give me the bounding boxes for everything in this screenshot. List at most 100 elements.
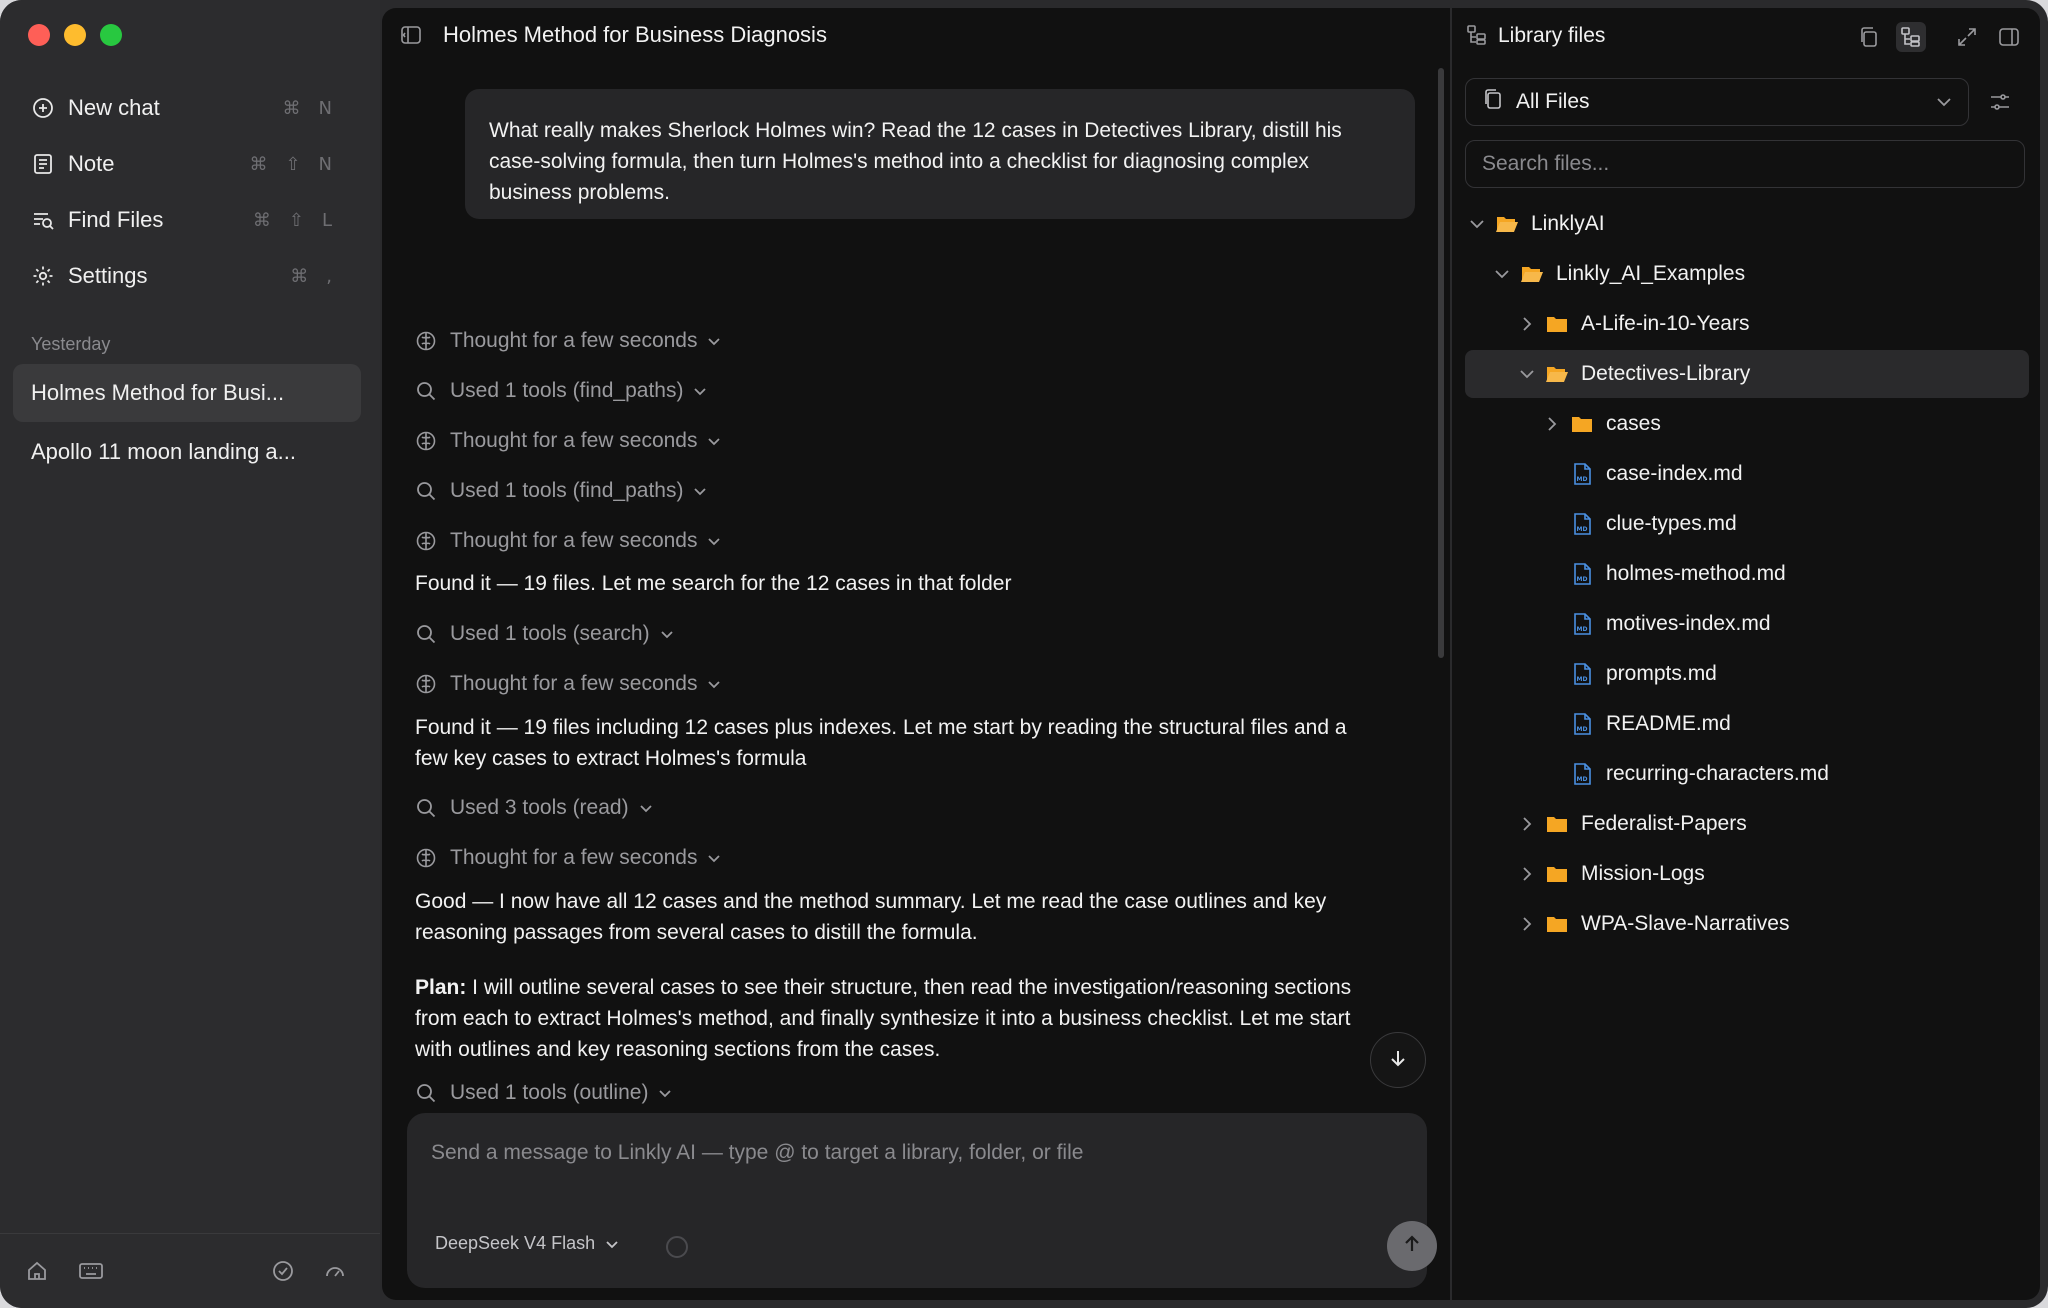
- plan-text: I will outline several cases to see thei…: [415, 976, 1352, 1061]
- tree-item-label: Detectives-Library: [1581, 362, 1751, 385]
- markdown-file-icon: MD: [1570, 712, 1594, 736]
- tree-item-label: Mission-Logs: [1581, 862, 1705, 885]
- tool-step[interactable]: Used 1 tools (outline): [414, 1078, 672, 1108]
- chat-title: Holmes Method for Business Diagnosis: [443, 22, 827, 47]
- brain-icon: [414, 529, 438, 553]
- tree-file[interactable]: MD case-index.md: [1465, 450, 2029, 498]
- chevron-right-icon: [1517, 864, 1537, 884]
- brain-icon: [414, 672, 438, 696]
- thought-step[interactable]: Thought for a few seconds: [414, 326, 721, 356]
- chevron-down-icon: [707, 536, 721, 546]
- tree-folder[interactable]: Federalist-Papers: [1465, 800, 2029, 848]
- chevron-down-icon: [707, 853, 721, 863]
- tree-file[interactable]: MD clue-types.md: [1465, 500, 2029, 548]
- tree-file[interactable]: MD holmes-method.md: [1465, 550, 2029, 598]
- chat-history-item[interactable]: Holmes Method for Busi...: [13, 364, 361, 422]
- tree-item-label: case-index.md: [1606, 462, 1743, 485]
- step-label: Used 3 tools (read): [450, 796, 629, 819]
- close-window-button[interactable]: [28, 24, 50, 46]
- tree-folder[interactable]: cases: [1465, 400, 2029, 448]
- tree-file[interactable]: MD prompts.md: [1465, 650, 2029, 698]
- thought-step[interactable]: Thought for a few seconds: [414, 526, 721, 556]
- folder-icon: [1545, 912, 1569, 936]
- filter-settings-icon[interactable]: [1988, 90, 2012, 119]
- tree-folder[interactable]: LinklyAI: [1465, 200, 2029, 248]
- chevron-down-icon: [658, 1088, 672, 1098]
- chat-scrollbar[interactable]: [1438, 68, 1444, 658]
- history-section-label: Yesterday: [31, 334, 111, 354]
- scroll-to-bottom-button[interactable]: [1370, 1032, 1426, 1088]
- search-icon: [414, 479, 438, 503]
- assistant-message: Found it — 19 files including 12 cases p…: [415, 716, 1347, 770]
- chevron-down-icon: [660, 629, 674, 639]
- tool-step[interactable]: Used 1 tools (find_paths): [414, 476, 707, 506]
- assistant-message: Found it — 19 files. Let me search for t…: [415, 572, 1012, 595]
- keyboard-icon[interactable]: [76, 1258, 106, 1284]
- search-icon: [414, 379, 438, 403]
- tree-item-label: README.md: [1606, 712, 1731, 735]
- assistant-plan-message: Plan: I will outline several cases to se…: [415, 972, 1385, 1065]
- tree-file[interactable]: MD recurring-characters.md: [1465, 750, 2029, 798]
- folder-open-icon: [1545, 362, 1569, 386]
- search-icon: [414, 796, 438, 820]
- tool-step[interactable]: Used 1 tools (find_paths): [414, 376, 707, 406]
- message-input[interactable]: [431, 1133, 1391, 1173]
- chevron-right-icon: [1517, 814, 1537, 834]
- brain-icon: [414, 329, 438, 353]
- tree-folder[interactable]: A-Life-in-10-Years: [1465, 300, 2029, 348]
- tree-folder-selected[interactable]: Detectives-Library: [1465, 350, 2029, 398]
- tool-step[interactable]: Used 1 tools (search): [414, 619, 674, 649]
- note-button[interactable]: Note ⌘⇧N: [14, 136, 366, 192]
- tree-item-label: holmes-method.md: [1606, 562, 1786, 585]
- chevron-right-icon: [1517, 914, 1537, 934]
- tree-folder[interactable]: Linkly_AI_Examples: [1465, 250, 2029, 298]
- user-message: What really makes Sherlock Holmes win? R…: [465, 89, 1415, 219]
- arrow-down-icon: [1387, 1047, 1409, 1074]
- folder-icon: [1570, 412, 1594, 436]
- tree-file[interactable]: MD motives-index.md: [1465, 600, 2029, 648]
- plan-label: Plan:: [415, 976, 467, 999]
- tree-item-label: A-Life-in-10-Years: [1581, 312, 1750, 335]
- panel-toggle-icon[interactable]: [1994, 22, 2024, 52]
- chevron-down-icon: [1467, 214, 1487, 234]
- minimize-window-button[interactable]: [64, 24, 86, 46]
- note-icon: [30, 151, 56, 177]
- svg-text:MD: MD: [1577, 626, 1588, 633]
- chevron-down-icon: [639, 803, 653, 813]
- model-name: DeepSeek V4 Flash: [435, 1233, 596, 1253]
- check-circle-icon[interactable]: [270, 1258, 296, 1284]
- tree-file[interactable]: MD README.md: [1465, 700, 2029, 748]
- sidebar-toggle-icon[interactable]: [400, 24, 422, 51]
- chevron-down-icon: [1517, 364, 1537, 384]
- tree-view-icon[interactable]: [1896, 22, 1926, 52]
- folder-icon: [1545, 862, 1569, 886]
- settings-button[interactable]: Settings ⌘,: [14, 248, 366, 304]
- thought-step[interactable]: Thought for a few seconds: [414, 669, 721, 699]
- gauge-icon[interactable]: [322, 1258, 348, 1284]
- library-scope-select[interactable]: All Files: [1465, 78, 1969, 126]
- thought-step[interactable]: Thought for a few seconds: [414, 426, 721, 456]
- step-label: Thought for a few seconds: [450, 429, 698, 452]
- send-button[interactable]: [1387, 1221, 1437, 1271]
- home-icon[interactable]: [24, 1258, 50, 1284]
- zoom-window-button[interactable]: [100, 24, 122, 46]
- chevron-down-icon: [693, 386, 707, 396]
- chat-history-item[interactable]: Apollo 11 moon landing a...: [13, 423, 361, 481]
- chevron-down-icon: [707, 679, 721, 689]
- new-chat-icon: [30, 95, 56, 121]
- tree-item-label: recurring-characters.md: [1606, 762, 1829, 785]
- note-shortcut: ⌘⇧N: [249, 153, 350, 175]
- file-tree: LinklyAI Linkly_AI_Examples A-Life-in-10…: [1465, 200, 2029, 950]
- copy-icon[interactable]: [1854, 22, 1884, 52]
- app-window: New chat ⌘N Note ⌘⇧N Find Files ⌘⇧L Sett…: [0, 0, 2048, 1308]
- new-chat-button[interactable]: New chat ⌘N: [14, 80, 366, 136]
- thought-step[interactable]: Thought for a few seconds: [414, 843, 721, 873]
- model-selector[interactable]: DeepSeek V4 Flash: [435, 1233, 619, 1254]
- tree-folder[interactable]: WPA-Slave-Narratives: [1465, 900, 2029, 948]
- find-files-button[interactable]: Find Files ⌘⇧L: [14, 192, 366, 248]
- tool-step[interactable]: Used 3 tools (read): [414, 793, 653, 823]
- expand-icon[interactable]: [1952, 22, 1982, 52]
- tree-folder[interactable]: Mission-Logs: [1465, 850, 2029, 898]
- search-files-input[interactable]: [1465, 140, 2025, 188]
- markdown-file-icon: MD: [1570, 662, 1594, 686]
